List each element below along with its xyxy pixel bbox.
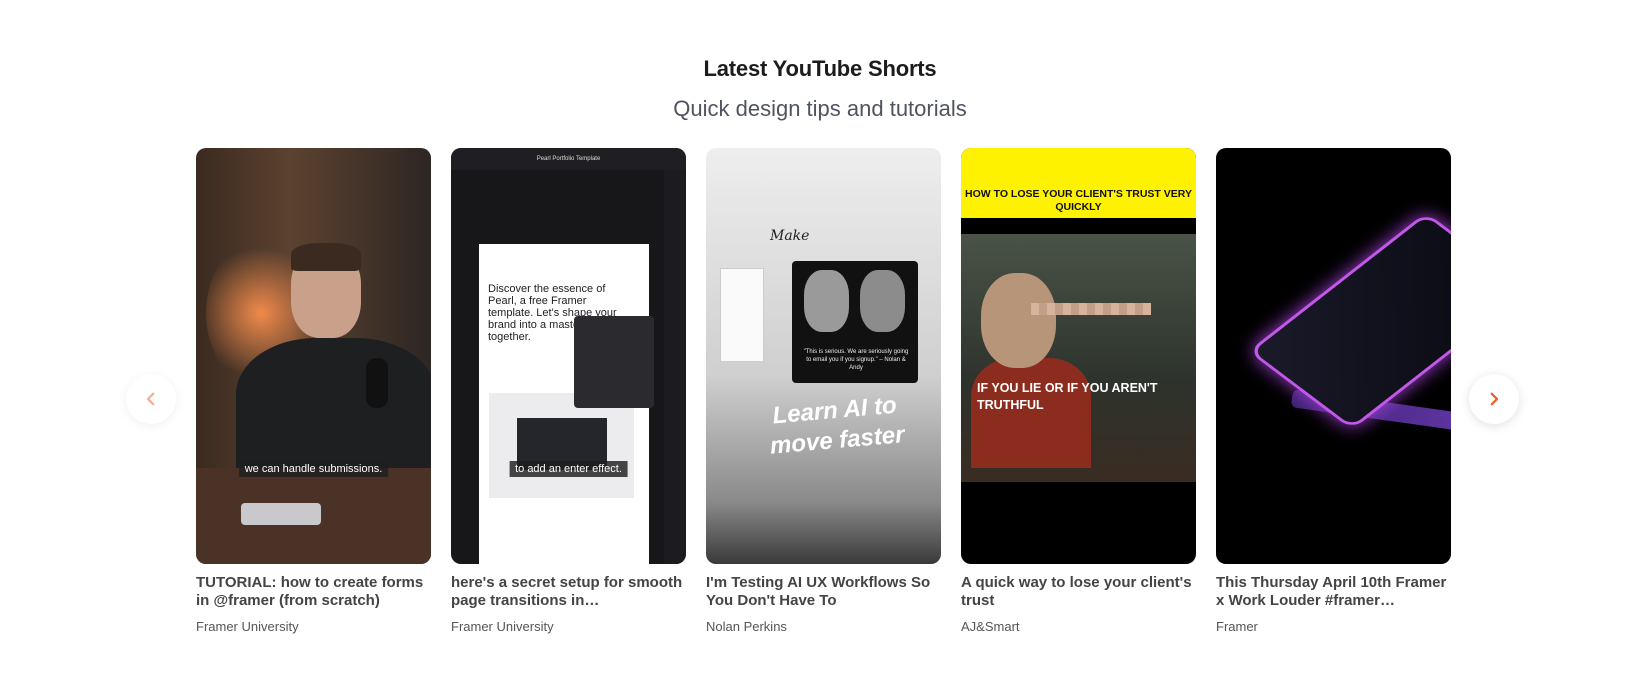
person-body xyxy=(236,338,431,478)
chevron-right-icon xyxy=(1490,392,1499,406)
short-thumbnail[interactable]: Pearl Portfolio Template Discover the es… xyxy=(451,148,686,564)
short-thumbnail[interactable]: Make "This is serious. We are seriously … xyxy=(706,148,941,564)
short-title[interactable]: This Thursday April 10th Framer x Work L… xyxy=(1216,574,1451,610)
person-hair xyxy=(291,243,361,271)
chevron-left-icon xyxy=(146,392,155,406)
carousel-next-button[interactable] xyxy=(1469,374,1519,424)
microphone xyxy=(366,358,388,408)
short-channel[interactable]: AJ&Smart xyxy=(961,619,1196,634)
video-caption: to add an enter effect. xyxy=(509,461,628,477)
section-subheading: Quick design tips and tutorials xyxy=(673,96,967,121)
section-heading: Latest YouTube Shorts xyxy=(703,56,937,81)
short-channel[interactable]: Framer xyxy=(1216,619,1451,634)
short-thumbnail[interactable] xyxy=(1216,148,1451,564)
short-channel[interactable]: Framer University xyxy=(451,619,686,634)
short-thumbnail[interactable]: HOW TO LOSE YOUR CLIENT'S TRUST VERY QUI… xyxy=(961,148,1196,564)
overlay-text: IF YOU LIE OR IF YOU AREN'T TRUTHFUL xyxy=(977,381,1158,412)
short-thumbnail[interactable]: we can handle submissions. xyxy=(196,148,431,564)
puppet-nose xyxy=(1031,303,1151,315)
short-card[interactable]: Pearl Portfolio Template Discover the es… xyxy=(451,148,686,634)
short-card[interactable]: we can handle submissions. TUTORIAL: how… xyxy=(196,148,431,634)
video-caption: we can handle submissions. xyxy=(238,461,389,477)
shorts-carousel: we can handle submissions. TUTORIAL: how… xyxy=(196,148,1451,648)
banner-text: HOW TO LOSE YOUR CLIENT'S TRUST VERY QUI… xyxy=(965,188,1192,213)
portrait-quote: "This is serious. We are seriously going… xyxy=(803,349,909,371)
short-channel[interactable]: Framer University xyxy=(196,619,431,634)
keyboard-image xyxy=(1247,212,1451,430)
phone-mockup xyxy=(720,268,764,362)
short-title[interactable]: TUTORIAL: how to create forms in @framer… xyxy=(196,574,431,610)
short-channel[interactable]: Nolan Perkins xyxy=(706,619,941,634)
portrait-face xyxy=(860,270,905,332)
puppet-head xyxy=(981,273,1056,368)
carousel-prev-button[interactable] xyxy=(126,374,176,424)
short-card[interactable]: This Thursday April 10th Framer x Work L… xyxy=(1216,148,1451,634)
short-card[interactable]: Make "This is serious. We are seriously … xyxy=(706,148,941,634)
editor-topbar: Pearl Portfolio Template xyxy=(451,148,686,170)
editor-properties-panel xyxy=(664,170,686,564)
overlay-text: Learn AI to move faster xyxy=(768,391,906,460)
short-title[interactable]: I'm Testing AI UX Workflows So You Don't… xyxy=(706,574,941,610)
short-card[interactable]: HOW TO LOSE YOUR CLIENT'S TRUST VERY QUI… xyxy=(961,148,1196,634)
short-title[interactable]: here's a secret setup for smooth page tr… xyxy=(451,574,686,610)
portrait-face xyxy=(804,270,849,332)
page-effect-popup xyxy=(574,316,654,408)
handwritten-make: Make xyxy=(770,228,810,244)
short-title[interactable]: A quick way to lose your client's trust xyxy=(961,574,1196,610)
laptop xyxy=(241,503,321,525)
